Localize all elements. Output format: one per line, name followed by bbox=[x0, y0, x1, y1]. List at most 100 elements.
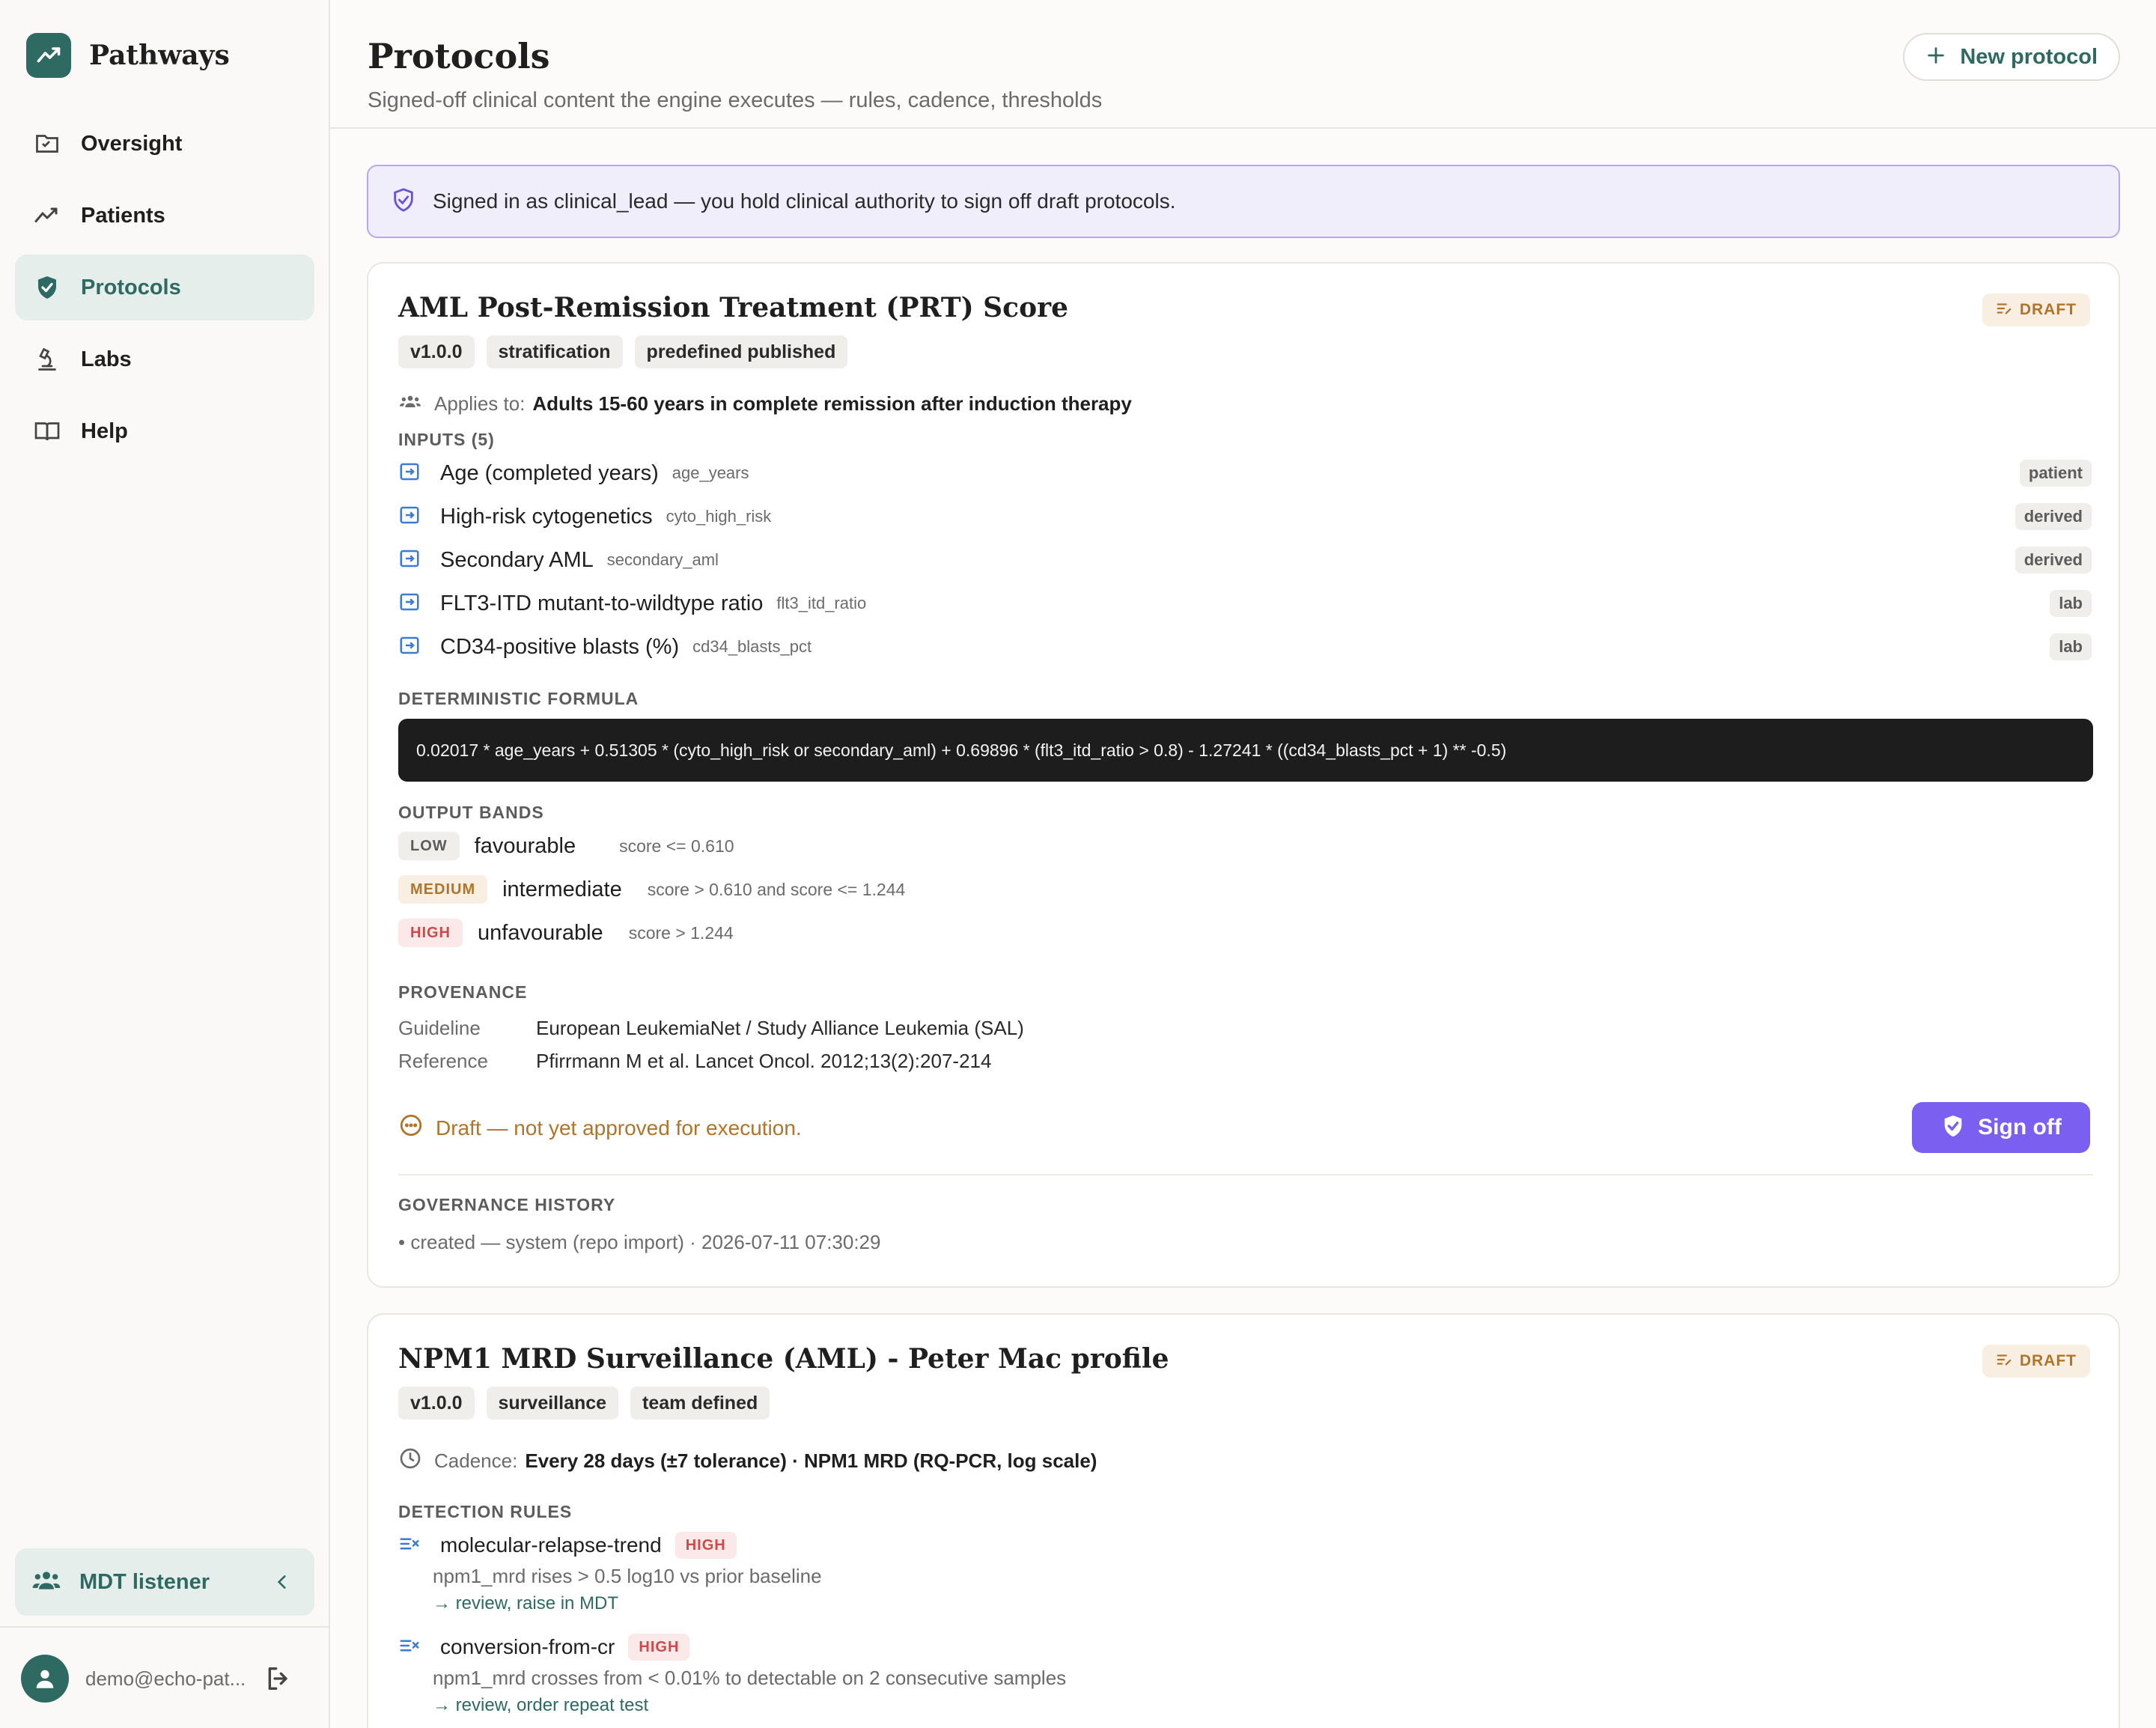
input-arrow-icon bbox=[398, 504, 421, 530]
logout-icon[interactable] bbox=[264, 1664, 293, 1697]
trend-icon bbox=[33, 201, 61, 230]
status-badge: DRAFT bbox=[1982, 1345, 2090, 1378]
shield-check-icon bbox=[1940, 1113, 1966, 1143]
sidebar-item-labs[interactable]: Labs bbox=[15, 326, 314, 392]
applies-value: Adults 15-60 years in complete remission… bbox=[532, 392, 1132, 415]
source-tag: derived bbox=[2015, 547, 2092, 574]
chip-list: v1.0.0 stratification predefined publish… bbox=[398, 335, 859, 368]
group-icon bbox=[31, 1566, 61, 1599]
mdt-listener-toggle[interactable]: MDT listener bbox=[15, 1548, 314, 1616]
band-name: favourable bbox=[474, 833, 576, 858]
input-name: Age (completed years) bbox=[440, 460, 659, 485]
sidebar-item-patients[interactable]: Patients bbox=[15, 183, 314, 249]
kind-chip: stratification bbox=[486, 335, 623, 368]
severity-badge: HIGH bbox=[628, 1634, 690, 1661]
band-row: HIGH unfavourable score > 1.244 bbox=[398, 916, 734, 949]
band-condition: score <= 0.610 bbox=[619, 836, 734, 856]
protocol-title: NPM1 MRD Surveillance (AML) - Peter Mac … bbox=[398, 1343, 1169, 1375]
sidebar-item-label: Protocols bbox=[81, 275, 181, 299]
sidebar-item-label: Help bbox=[81, 419, 128, 443]
chip-list: v1.0.0 surveillance team defined bbox=[398, 1387, 782, 1420]
sidebar-item-label: Patients bbox=[81, 203, 165, 228]
severity-badge: HIGH bbox=[674, 1532, 737, 1559]
rule-description: npm1_mrd rises > 0.5 log10 vs prior base… bbox=[433, 1565, 822, 1587]
sidebar-divider bbox=[0, 1626, 330, 1628]
rule-icon bbox=[398, 1533, 421, 1559]
rules-label: DETECTION RULES bbox=[398, 1502, 573, 1521]
applies-prefix: Applies to: bbox=[434, 392, 526, 415]
page-title: Protocols bbox=[368, 36, 550, 76]
sign-off-label: Sign off bbox=[1978, 1115, 2062, 1140]
band-tag: LOW bbox=[398, 832, 460, 860]
brand-name: Pathways bbox=[89, 40, 230, 71]
sidebar-item-label: Labs bbox=[81, 347, 132, 371]
avatar bbox=[21, 1655, 69, 1703]
input-name: Secondary AML bbox=[440, 547, 594, 572]
sidebar-item-oversight[interactable]: Oversight bbox=[15, 111, 314, 177]
sidebar: Pathways Oversight Patients Protocols La… bbox=[0, 0, 330, 1728]
rule-icon bbox=[398, 1634, 421, 1661]
origin-chip: predefined published bbox=[634, 335, 848, 368]
new-protocol-button[interactable]: New protocol bbox=[1903, 33, 2120, 81]
chevron-left-icon[interactable] bbox=[272, 1572, 292, 1595]
page-subtitle: Signed-off clinical content the engine e… bbox=[368, 88, 1103, 112]
band-name: intermediate bbox=[502, 877, 622, 901]
cadence-prefix: Cadence: bbox=[434, 1449, 518, 1472]
band-condition: score > 0.610 and score <= 1.244 bbox=[647, 879, 906, 899]
shield-icon bbox=[391, 187, 416, 216]
sign-off-button[interactable]: Sign off bbox=[1912, 1102, 2090, 1153]
protocol-card: AML Post-Remission Treatment (PRT) Score… bbox=[367, 262, 2120, 1288]
input-arrow-icon bbox=[398, 591, 421, 617]
cadence-value: Every 28 days (±7 tolerance) · NPM1 MRD … bbox=[525, 1449, 1097, 1472]
applies-to: Applies to: Adults 15-60 years in comple… bbox=[398, 389, 1132, 419]
status-badge: DRAFT bbox=[1982, 293, 2090, 326]
source-tag: lab bbox=[2050, 633, 2092, 660]
version-chip: v1.0.0 bbox=[398, 1387, 475, 1420]
band-tag: HIGH bbox=[398, 919, 463, 947]
shield-check-icon bbox=[33, 273, 61, 302]
formula-block: 0.02017 * age_years + 0.51305 * (cyto_hi… bbox=[398, 719, 2093, 782]
banner-text: Signed in as clinical_lead — you hold cl… bbox=[433, 189, 1176, 213]
protocol-card: NPM1 MRD Surveillance (AML) - Peter Mac … bbox=[367, 1313, 2120, 1728]
kind-chip: surveillance bbox=[486, 1387, 619, 1420]
input-arrow-icon bbox=[398, 547, 421, 574]
input-row: Age (completed years) age_years patient bbox=[398, 457, 2092, 490]
oversight-icon bbox=[33, 130, 61, 158]
inputs-label: INPUTS (5) bbox=[398, 430, 495, 449]
draft-note-text: Draft — not yet approved for execution. bbox=[436, 1116, 802, 1140]
brand[interactable]: Pathways bbox=[26, 33, 230, 78]
input-key: age_years bbox=[672, 463, 749, 482]
provenance-key: Guideline bbox=[398, 1017, 481, 1039]
mdt-listener-label: MDT listener bbox=[79, 1569, 210, 1594]
provenance-row: Guideline European LeukemiaNet / Study A… bbox=[398, 1017, 1024, 1040]
source-tag: lab bbox=[2050, 590, 2092, 617]
book-icon bbox=[33, 417, 61, 445]
sidebar-item-protocols[interactable]: Protocols bbox=[15, 255, 314, 320]
input-row: High-risk cytogenetics cyto_high_risk de… bbox=[398, 500, 2092, 533]
user-profile[interactable]: demo@echo-pat... bbox=[21, 1655, 246, 1703]
input-name: CD34-positive blasts (%) bbox=[440, 634, 680, 659]
source-tag: derived bbox=[2015, 503, 2092, 530]
band-row: LOW favourable score <= 0.610 bbox=[398, 830, 734, 863]
input-name: FLT3-ITD mutant-to-wildtype ratio bbox=[440, 591, 764, 615]
source-tag: patient bbox=[2019, 460, 2092, 487]
history-label: GOVERNANCE HISTORY bbox=[398, 1195, 616, 1214]
authority-banner: Signed in as clinical_lead — you hold cl… bbox=[367, 165, 2120, 238]
rule-action: → review, raise in MDT bbox=[433, 1593, 619, 1613]
input-arrow-icon bbox=[398, 460, 421, 487]
page-header: Protocols Signed-off clinical content th… bbox=[330, 0, 2156, 129]
pending-icon bbox=[398, 1113, 424, 1143]
provenance-row: Reference Pfirrmann M et al. Lancet Onco… bbox=[398, 1050, 991, 1073]
pathways-logo-icon bbox=[26, 33, 71, 78]
rule-description: npm1_mrd crosses from < 0.01% to detecta… bbox=[433, 1667, 1067, 1689]
sidebar-nav: Oversight Patients Protocols Labs Help bbox=[15, 111, 314, 470]
sidebar-item-help[interactable]: Help bbox=[15, 398, 314, 464]
input-row: FLT3-ITD mutant-to-wildtype ratio flt3_i… bbox=[398, 587, 2092, 620]
draft-icon bbox=[1996, 1351, 2012, 1372]
band-tag: MEDIUM bbox=[398, 875, 488, 904]
provenance-value: European LeukemiaNet / Study Alliance Le… bbox=[536, 1017, 1024, 1039]
version-chip: v1.0.0 bbox=[398, 335, 475, 368]
input-key: secondary_aml bbox=[606, 550, 719, 569]
status-label: DRAFT bbox=[2019, 301, 2077, 318]
new-protocol-label: New protocol bbox=[1960, 44, 2098, 69]
